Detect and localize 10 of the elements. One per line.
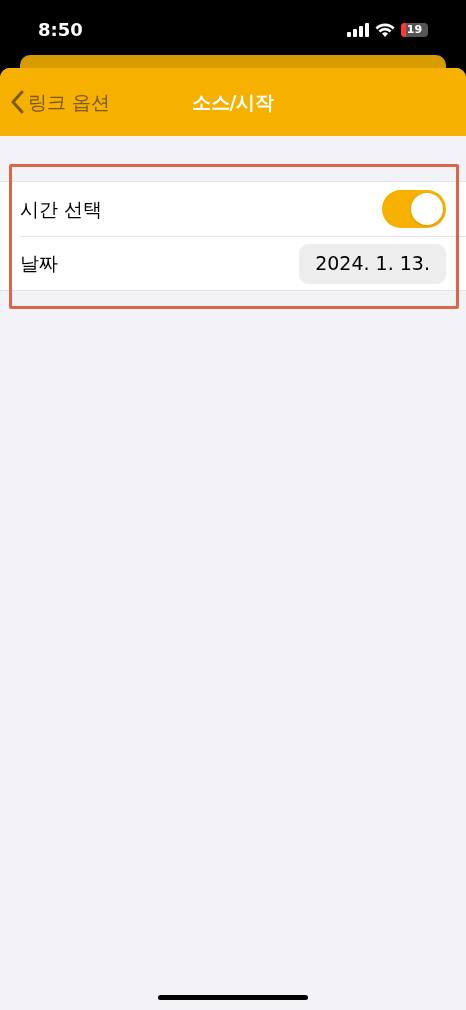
row-label: 시간 선택 [20, 196, 103, 222]
status-time: 8:50 [38, 18, 83, 42]
nav-title: 소스/시작 [191, 89, 275, 115]
chevron-left-icon [10, 90, 24, 114]
row-label: 날짜 [20, 251, 58, 277]
date-button[interactable]: 2024. 1. 13. [299, 243, 446, 284]
battery-level: 19 [406, 24, 423, 35]
signal-icon [347, 22, 369, 37]
wifi-icon [375, 22, 395, 37]
toggle-switch[interactable] [382, 190, 446, 228]
